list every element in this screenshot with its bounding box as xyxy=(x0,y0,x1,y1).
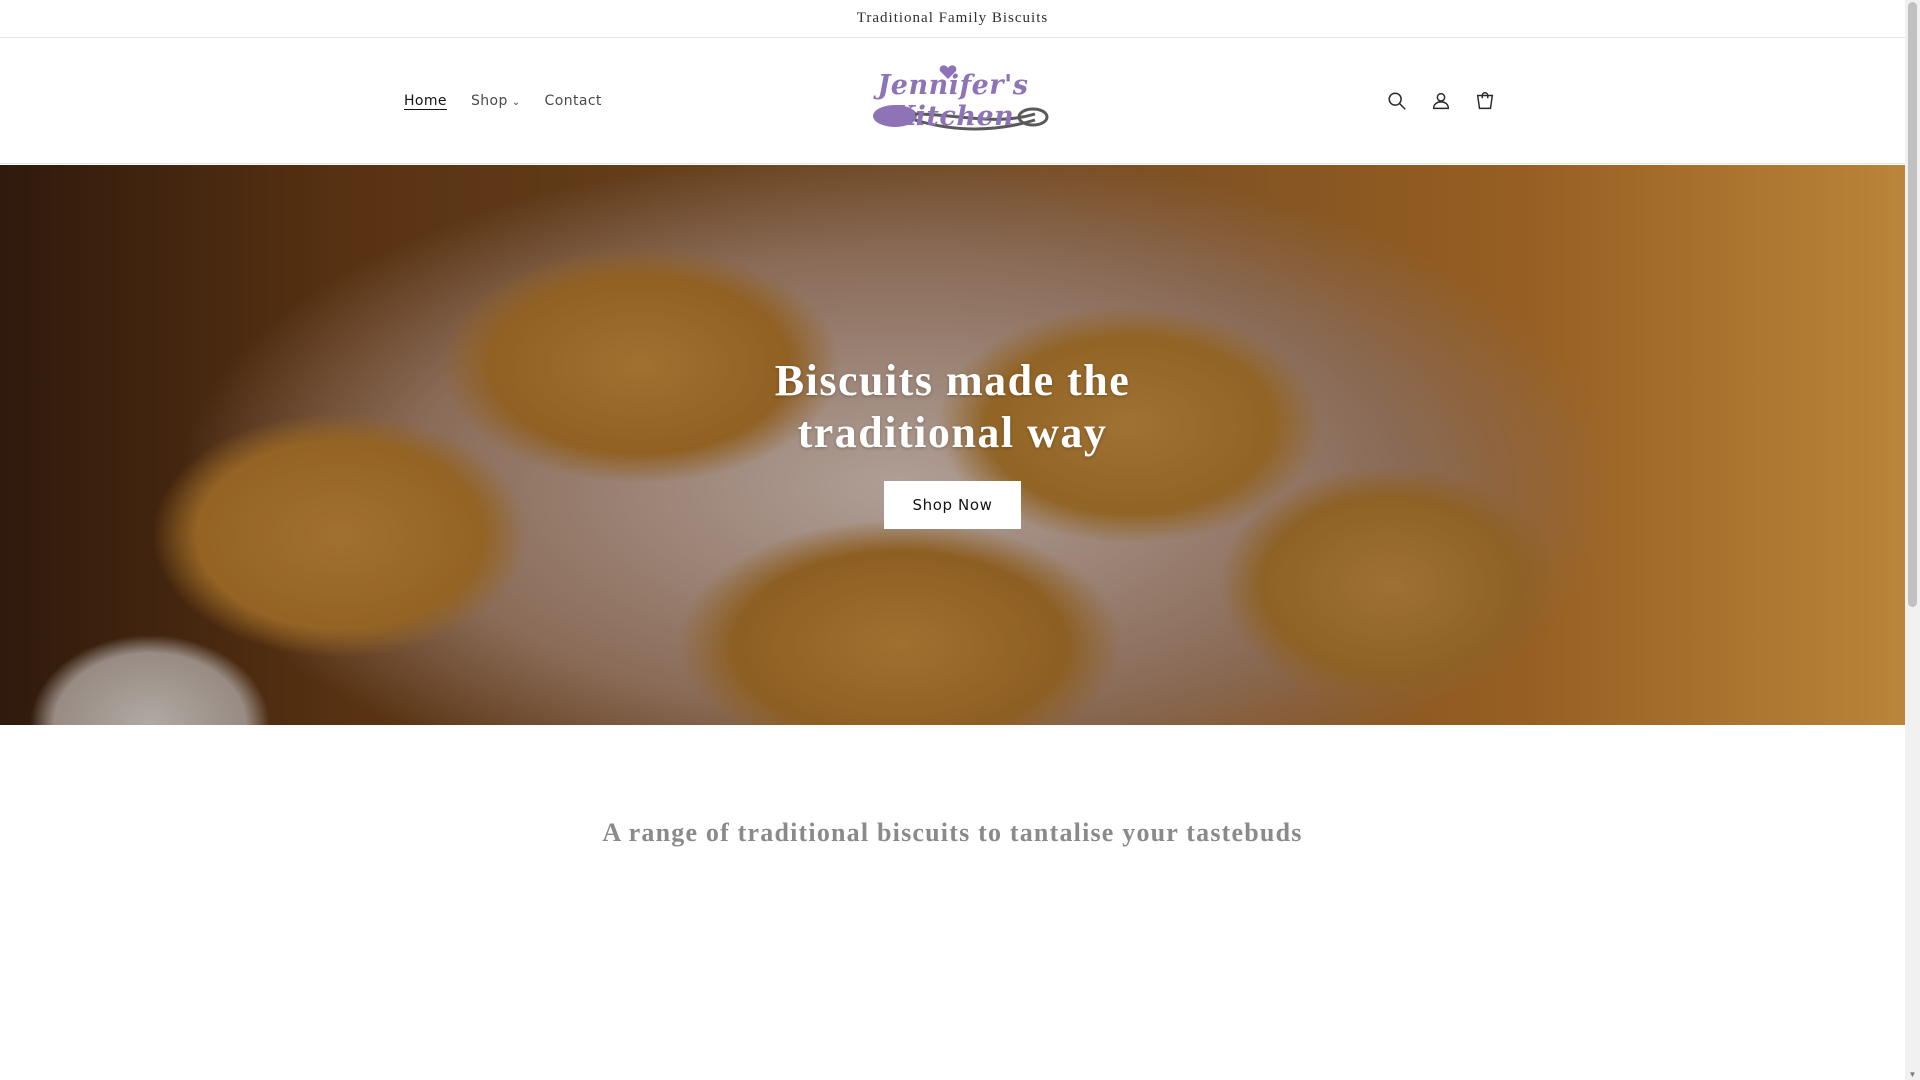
logo-text: Jennifer's Kitchen xyxy=(877,70,1029,132)
search-button[interactable] xyxy=(1375,79,1419,123)
nav-home-label: Home xyxy=(404,93,447,109)
hero-banner: Biscuits made the traditional way Shop N… xyxy=(0,165,1905,725)
hero-title: Biscuits made the traditional way xyxy=(774,356,1131,457)
scroll-down-arrow-icon[interactable]: ▼ xyxy=(1908,1070,1917,1080)
cart-icon xyxy=(1476,92,1494,110)
page-scrollbar[interactable]: ▲ ▼ xyxy=(1905,0,1920,1080)
account-icon xyxy=(1432,92,1450,110)
nav-shop-label: Shop xyxy=(470,93,508,109)
nav-contact-label: Contact xyxy=(544,93,602,109)
main-nav: Home Shop ⌄ Contact xyxy=(392,38,614,164)
cart-button[interactable] xyxy=(1463,79,1507,123)
site-header: Home Shop ⌄ Contact Jennifer's Kitchen xyxy=(0,38,1905,164)
nav-shop[interactable]: Shop ⌄ xyxy=(459,93,533,109)
nav-contact[interactable]: Contact xyxy=(533,93,614,109)
search-icon xyxy=(1388,92,1406,110)
hero-content: Biscuits made the traditional way Shop N… xyxy=(0,355,1905,529)
scroll-thumb[interactable] xyxy=(1908,2,1917,607)
account-button[interactable] xyxy=(1419,79,1463,123)
announcement-bar: Traditional Family Biscuits xyxy=(0,0,1905,38)
tagline: A range of traditional biscuits to tanta… xyxy=(602,818,1303,847)
nav-home[interactable]: Home xyxy=(392,93,459,109)
header-icons xyxy=(1375,38,1507,164)
announcement-text: Traditional Family Biscuits xyxy=(856,10,1049,26)
shop-now-button[interactable]: Shop Now xyxy=(884,481,1021,529)
chevron-down-icon: ⌄ xyxy=(511,96,521,108)
page: Traditional Family Biscuits Home Shop ⌄ … xyxy=(0,0,1905,1080)
site-logo[interactable]: Jennifer's Kitchen xyxy=(845,60,1061,144)
